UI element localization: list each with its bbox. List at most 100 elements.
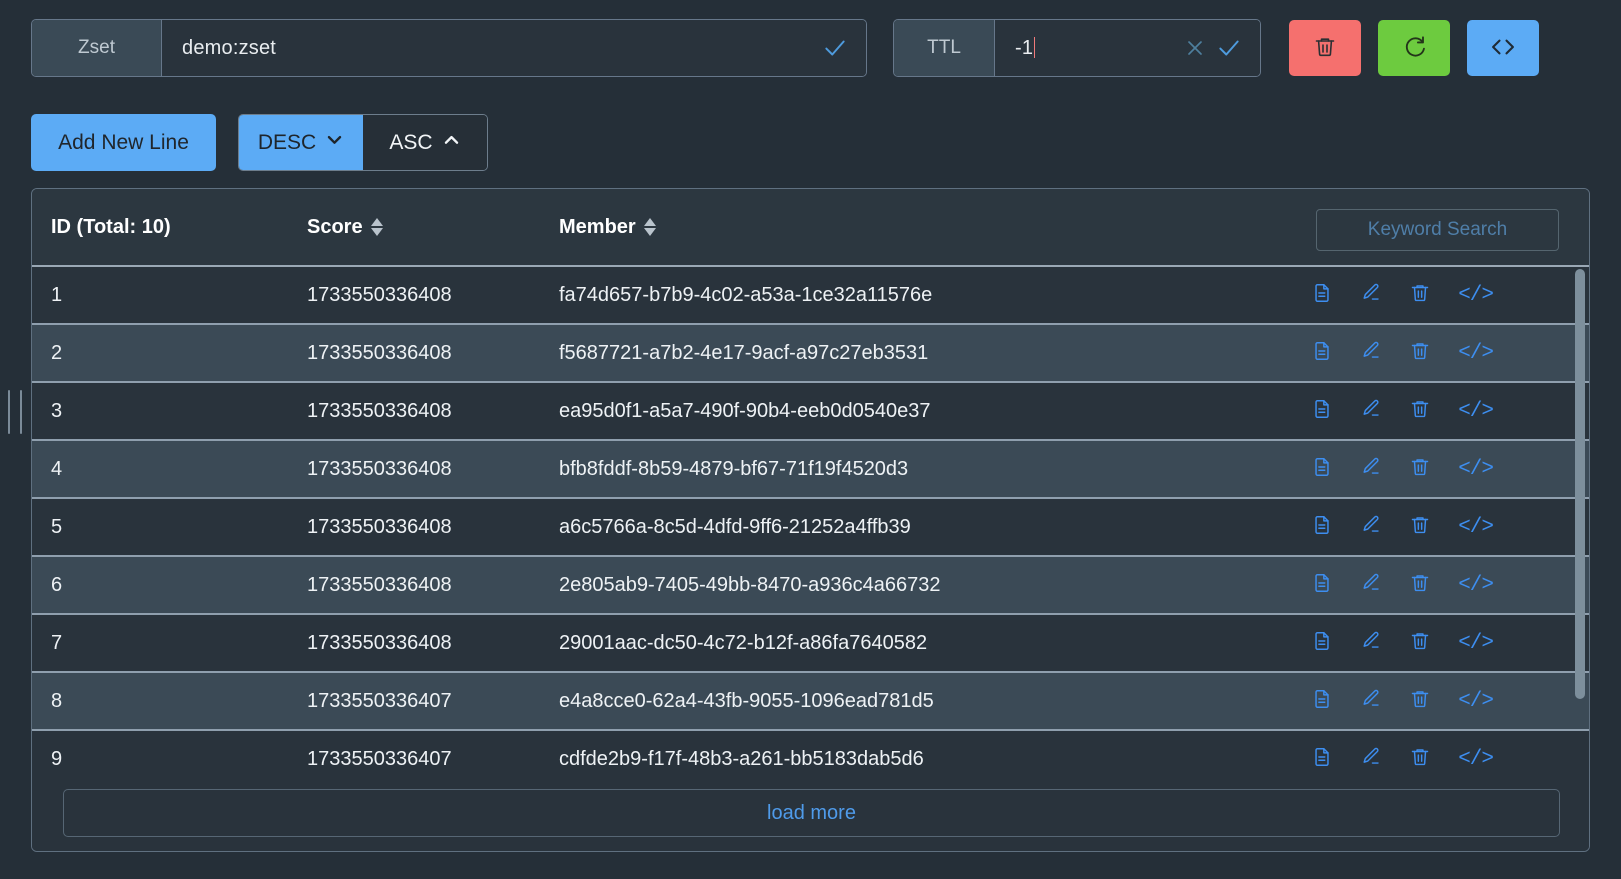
edit-row-button[interactable] — [1360, 340, 1382, 367]
ttl-confirm-icon[interactable] — [1212, 31, 1246, 65]
delete-row-button[interactable] — [1409, 574, 1431, 596]
table-row[interactable]: 9 1733550336407 cdfde2b9-f17f-48b3-a261-bb… — [32, 731, 1589, 775]
cell-id: 9 — [51, 747, 63, 770]
edit-row-button[interactable] — [1360, 572, 1382, 599]
row-code-button[interactable]: </> — [1458, 285, 1494, 306]
detail-row-button[interactable] — [1311, 631, 1333, 654]
code-icon: </> — [1458, 573, 1494, 597]
cell-score: 1733550336408 — [307, 457, 452, 480]
detail-row-button[interactable] — [1311, 340, 1333, 367]
key-type-label: Zset — [32, 20, 162, 76]
key-confirm-icon[interactable] — [818, 31, 852, 65]
sort-toggle-group: DESC ASC — [238, 114, 488, 171]
document-icon — [1311, 398, 1333, 425]
delete-row-button[interactable] — [1409, 342, 1431, 364]
delete-row-button[interactable] — [1409, 748, 1431, 770]
ttl-input[interactable]: -1 — [1015, 37, 1178, 60]
row-actions: </> — [1311, 457, 1494, 480]
sort-asc-button[interactable]: ASC — [363, 115, 487, 170]
cell-score: 1733550336408 — [307, 573, 452, 596]
table-row[interactable]: 7 1733550336408 29001aac-dc50-4c72-b12f-a8… — [32, 615, 1589, 673]
pencil-icon — [1360, 688, 1382, 715]
edit-row-button[interactable] — [1360, 746, 1382, 773]
document-icon — [1311, 340, 1333, 367]
table-row[interactable]: 4 1733550336408 bfb8fddf-8b59-4879-bf67-71… — [32, 441, 1589, 499]
delete-row-button[interactable] — [1409, 690, 1431, 712]
edit-row-button[interactable] — [1360, 398, 1382, 425]
cell-id: 1 — [51, 283, 63, 306]
key-toolbar: Zset demo:zset TTL -1 — [0, 0, 1621, 96]
ttl-label: TTL — [894, 20, 995, 76]
pencil-icon — [1360, 746, 1382, 773]
resize-grip-line — [8, 390, 10, 434]
edit-row-button[interactable] — [1360, 688, 1382, 715]
key-input-wrapper[interactable]: demo:zset — [162, 20, 866, 76]
sort-arrows-icon[interactable] — [370, 218, 383, 236]
delete-row-button[interactable] — [1409, 284, 1431, 306]
refresh-key-button[interactable] — [1378, 20, 1450, 76]
column-header-score[interactable]: Score — [307, 216, 559, 239]
row-code-button[interactable]: </> — [1458, 691, 1494, 712]
table-row[interactable]: 2 1733550336408 f5687721-a7b2-4e17-9acf-a9… — [32, 325, 1589, 383]
key-input[interactable]: demo:zset — [182, 37, 818, 60]
add-new-line-button[interactable]: Add New Line — [31, 114, 216, 171]
delete-row-button[interactable] — [1409, 400, 1431, 422]
sort-desc-button[interactable]: DESC — [239, 115, 363, 170]
row-code-button[interactable]: </> — [1458, 401, 1494, 422]
column-header-member[interactable]: Member — [559, 216, 1259, 239]
delete-row-button[interactable] — [1409, 458, 1431, 480]
table-scrollbar-thumb[interactable] — [1575, 269, 1585, 699]
detail-row-button[interactable] — [1311, 573, 1333, 596]
ttl-input-wrapper[interactable]: -1 — [995, 20, 1260, 76]
table-row[interactable]: 8 1733550336407 e4a8cce0-62a4-43fb-9055-10… — [32, 673, 1589, 731]
edit-row-button[interactable] — [1360, 631, 1382, 654]
panel-resize-handle[interactable] — [8, 390, 22, 434]
resize-grip-line — [20, 390, 22, 434]
table-row[interactable]: 6 1733550336408 2e805ab9-7405-49bb-8470-a9… — [32, 557, 1589, 615]
table-scrollbar — [1575, 269, 1585, 773]
detail-row-button[interactable] — [1311, 457, 1333, 480]
cell-member: bfb8fddf-8b59-4879-bf67-71f19f4520d3 — [559, 457, 909, 480]
row-code-button[interactable]: </> — [1458, 749, 1494, 770]
delete-key-button[interactable] — [1289, 20, 1361, 76]
row-actions: </> — [1311, 515, 1494, 538]
table-row[interactable]: 1 1733550336408 fa74d657-b7b9-4c02-a53a-1c… — [32, 267, 1589, 325]
row-actions: </> — [1311, 631, 1494, 654]
pencil-icon — [1360, 398, 1382, 425]
row-actions: </> — [1311, 746, 1494, 773]
pencil-icon — [1360, 572, 1382, 599]
delete-row-button[interactable] — [1409, 516, 1431, 538]
ttl-clear-icon[interactable] — [1178, 31, 1212, 65]
column-header-member-label: Member — [559, 215, 636, 238]
row-code-button[interactable]: </> — [1458, 517, 1494, 538]
list-toolbar: Add New Line DESC ASC — [31, 114, 488, 171]
row-code-button[interactable]: </> — [1458, 459, 1494, 480]
table-row[interactable]: 3 1733550336408 ea95d0f1-a5a7-490f-90b4-ee… — [32, 383, 1589, 441]
table-header-row: ID (Total: 10) Score Member — [32, 189, 1589, 267]
view-code-button[interactable] — [1467, 20, 1539, 76]
edit-row-button[interactable] — [1360, 515, 1382, 538]
detail-row-button[interactable] — [1311, 515, 1333, 538]
table-row[interactable]: 5 1733550336408 a6c5766a-8c5d-4dfd-9ff6-21… — [32, 499, 1589, 557]
trash-icon — [1409, 630, 1431, 657]
edit-row-button[interactable] — [1360, 283, 1382, 306]
edit-row-button[interactable] — [1360, 457, 1382, 480]
detail-row-button[interactable] — [1311, 747, 1333, 770]
load-more-button[interactable]: load more — [63, 789, 1560, 837]
sort-arrows-icon[interactable] — [643, 218, 656, 236]
trash-icon — [1409, 572, 1431, 599]
row-code-button[interactable]: </> — [1458, 343, 1494, 364]
row-code-button[interactable]: </> — [1458, 573, 1494, 597]
detail-row-button[interactable] — [1311, 283, 1333, 306]
cell-id: 4 — [51, 457, 63, 480]
pencil-icon — [1360, 340, 1382, 367]
cell-score: 1733550336408 — [307, 631, 452, 654]
cell-id: 8 — [51, 689, 63, 712]
detail-row-button[interactable] — [1311, 398, 1333, 425]
detail-row-button[interactable] — [1311, 689, 1333, 712]
row-actions: </> — [1311, 283, 1494, 306]
cell-score: 1733550336408 — [307, 399, 452, 422]
keyword-search-input[interactable] — [1316, 209, 1559, 251]
delete-row-button[interactable] — [1409, 632, 1431, 654]
row-code-button[interactable]: </> — [1458, 633, 1494, 654]
